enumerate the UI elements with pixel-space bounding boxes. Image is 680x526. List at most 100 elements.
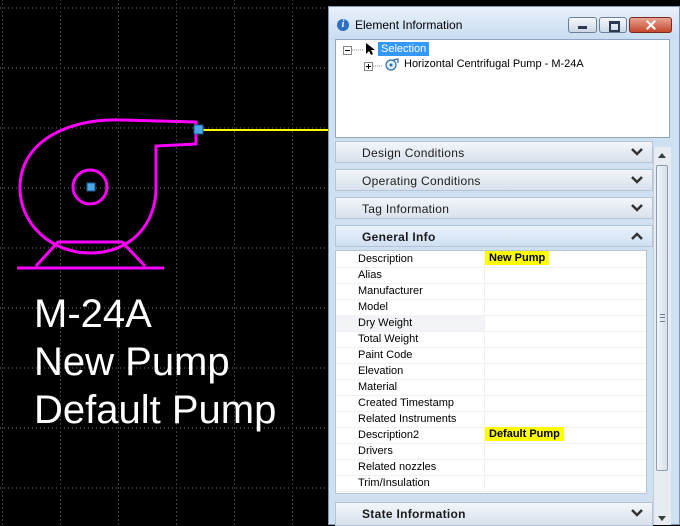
- section-design-conditions[interactable]: Design Conditions: [335, 141, 653, 163]
- property-value-text: [485, 322, 493, 324]
- property-row[interactable]: Model: [336, 299, 646, 316]
- property-row[interactable]: Related Instruments: [336, 411, 646, 428]
- property-value-text: [485, 418, 493, 420]
- property-name: Description2: [358, 429, 420, 441]
- property-value-text: [485, 386, 493, 388]
- selection-tree[interactable]: Selection Horizontal Centrifugal Pump - …: [335, 39, 670, 138]
- property-value[interactable]: Default Pump: [484, 427, 647, 443]
- property-value[interactable]: [484, 347, 647, 363]
- property-name: Description: [358, 253, 414, 265]
- property-value-text: [485, 450, 493, 452]
- drawing-grid: [0, 0, 329, 525]
- property-value[interactable]: [484, 315, 647, 331]
- vertical-scrollbar[interactable]: [653, 147, 671, 525]
- property-name: Related Instruments: [358, 413, 457, 425]
- property-value[interactable]: [484, 283, 647, 299]
- pump-center-point: [86, 182, 96, 192]
- tree-connector: [352, 49, 364, 51]
- grip-icon: [660, 314, 665, 322]
- property-row[interactable]: Total Weight: [336, 331, 646, 348]
- expand-icon[interactable]: [364, 62, 373, 71]
- property-name: Drivers: [358, 445, 393, 457]
- property-name: Model: [358, 301, 388, 313]
- property-value[interactable]: [484, 411, 647, 427]
- property-value-text: [485, 370, 493, 372]
- pump-symbol[interactable]: [17, 118, 198, 270]
- property-value[interactable]: [484, 299, 647, 315]
- property-name: Manufacturer: [358, 285, 423, 297]
- property-name: Paint Code: [358, 349, 413, 361]
- property-row[interactable]: Elevation: [336, 363, 646, 380]
- property-name: Alias: [358, 269, 382, 281]
- property-value-text: [485, 402, 493, 404]
- info-icon: i: [337, 19, 349, 31]
- section-label: Operating Conditions: [362, 174, 481, 188]
- property-value-text: [485, 466, 493, 468]
- property-name: Total Weight: [358, 333, 419, 345]
- property-row[interactable]: Created Timestamp: [336, 395, 646, 412]
- property-row[interactable]: Drivers: [336, 443, 646, 460]
- property-name: Trim/Insulation: [358, 477, 430, 489]
- minimize-button[interactable]: [568, 17, 597, 33]
- property-grid: Description New Pump Alias Manufacturer Mode…: [335, 250, 647, 494]
- tree-item-selection[interactable]: Selection: [378, 42, 430, 56]
- property-value-text: [485, 306, 493, 308]
- property-value-text: [485, 290, 493, 292]
- tag-label: M-24A: [34, 292, 152, 336]
- connector-port[interactable]: [193, 124, 204, 135]
- section-general-info[interactable]: General Info: [335, 225, 653, 247]
- tree-connector: [373, 65, 383, 67]
- element-information-panel: i Element Information Selection Horizont…: [328, 6, 680, 526]
- property-row[interactable]: Dry Weight: [336, 315, 646, 332]
- property-row[interactable]: Alias: [336, 267, 646, 284]
- property-value[interactable]: [484, 331, 647, 347]
- tree-item-pump[interactable]: Horizontal Centrifugal Pump - M-24A: [404, 58, 584, 70]
- scroll-thumb[interactable]: [656, 165, 668, 471]
- property-value[interactable]: [484, 395, 647, 411]
- property-value-text: [485, 354, 493, 356]
- pump-icon: [385, 58, 399, 71]
- chevron-up-icon: [631, 232, 643, 240]
- scroll-up-arrow[interactable]: [658, 153, 666, 158]
- property-row[interactable]: Trim/Insulation: [336, 475, 646, 492]
- property-name: Material: [358, 381, 398, 393]
- property-value-text: [485, 338, 493, 340]
- property-name: Elevation: [358, 365, 404, 377]
- description2-label: Default Pump: [34, 388, 277, 432]
- property-value[interactable]: [484, 379, 647, 395]
- section-tag-information[interactable]: Tag Information: [335, 197, 653, 219]
- close-button[interactable]: [629, 17, 672, 33]
- property-name: Dry Weight: [358, 317, 413, 329]
- chevron-down-icon: [631, 509, 643, 517]
- property-row[interactable]: Description2 Default Pump: [336, 427, 646, 444]
- property-value[interactable]: [484, 475, 647, 491]
- section-label: Design Conditions: [362, 146, 465, 160]
- property-value-text: [485, 482, 493, 484]
- property-value[interactable]: [484, 443, 647, 459]
- property-row[interactable]: Related nozzles: [336, 459, 646, 476]
- property-value[interactable]: [484, 363, 647, 379]
- property-value[interactable]: New Pump: [484, 251, 647, 267]
- chevron-down-icon: [631, 148, 643, 156]
- property-value[interactable]: [484, 459, 647, 475]
- cursor-icon: [366, 43, 375, 55]
- property-value[interactable]: [484, 267, 647, 283]
- chevron-down-icon: [631, 176, 643, 184]
- section-label: State Information: [362, 507, 466, 521]
- property-row[interactable]: Material: [336, 379, 646, 396]
- property-name: Related nozzles: [358, 461, 437, 473]
- section-state-information[interactable]: State Information: [335, 502, 653, 526]
- property-row[interactable]: Paint Code: [336, 347, 646, 364]
- property-row[interactable]: Manufacturer: [336, 283, 646, 300]
- collapse-icon[interactable]: [343, 46, 352, 55]
- chevron-down-icon: [631, 204, 643, 212]
- section-operating-conditions[interactable]: Operating Conditions: [335, 169, 653, 191]
- panel-title: Element Information: [355, 18, 463, 32]
- title-bar[interactable]: i Element Information: [329, 7, 679, 39]
- description-label: New Pump: [34, 340, 230, 384]
- property-row[interactable]: Description New Pump: [336, 251, 646, 268]
- section-label: General Info: [362, 230, 436, 244]
- scroll-down-arrow[interactable]: [658, 516, 666, 521]
- maximize-button[interactable]: [599, 17, 627, 33]
- property-value-text: Default Pump: [485, 427, 564, 441]
